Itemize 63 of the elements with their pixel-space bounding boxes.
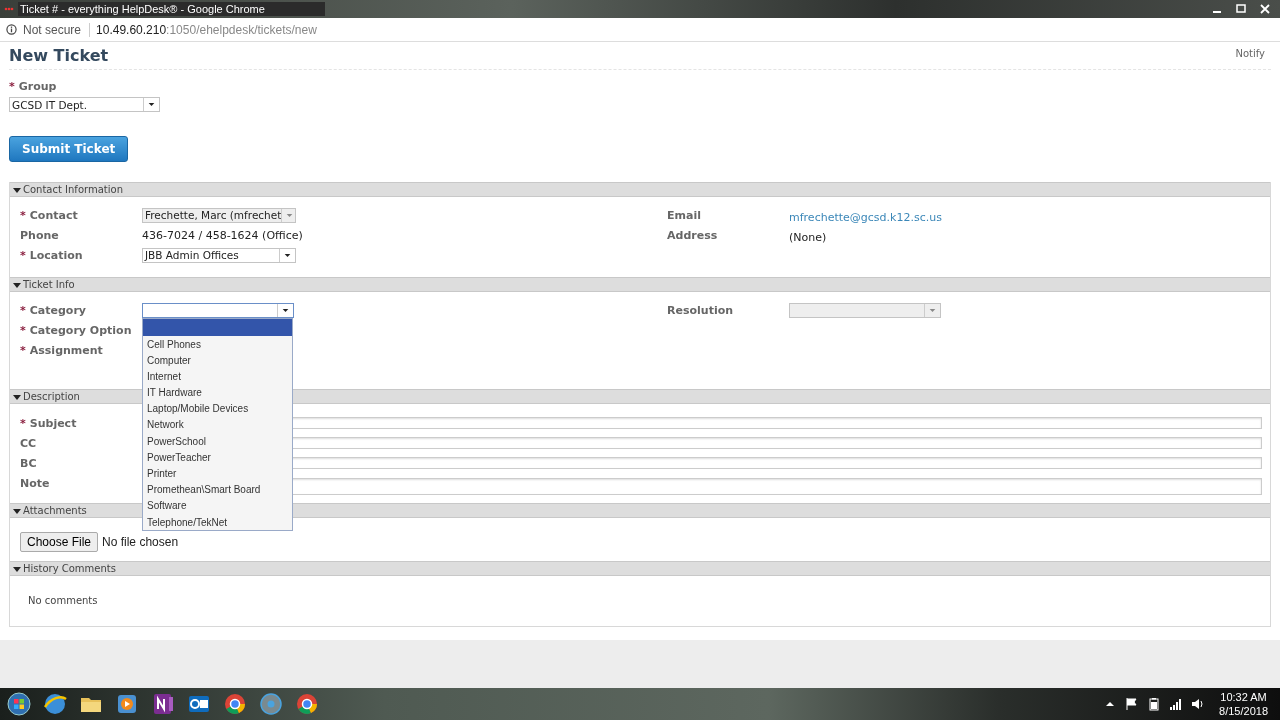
section-title[interactable]: Attachments	[23, 505, 87, 516]
taskbar-clock[interactable]: 10:32 AM 8/15/2018	[1213, 690, 1274, 718]
field-label: * Subject	[20, 416, 78, 430]
blank-option[interactable]	[143, 318, 292, 336]
dropdown-option[interactable]: Telephone/TekNet	[143, 513, 292, 530]
page-title: New Ticket	[9, 46, 109, 65]
section-title[interactable]: Description	[23, 391, 80, 402]
group-select[interactable]: GCSD IT Dept.	[9, 97, 160, 112]
empty-comments-text: No comments	[27, 594, 99, 608]
section-title[interactable]: Ticket Info	[23, 279, 75, 290]
field-label: Phone	[20, 228, 60, 242]
field-label: * Assignment	[20, 343, 104, 357]
chrome-icon[interactable]	[294, 691, 320, 717]
section-title[interactable]: History Comments	[23, 563, 116, 574]
start-orb-icon[interactable]	[6, 691, 32, 717]
field-label: Resolution	[667, 303, 735, 317]
field-label: Note	[20, 476, 51, 490]
dropdown-option[interactable]: Cell Phones	[143, 335, 292, 352]
collapse-triangle-icon[interactable]	[13, 185, 21, 194]
flag-icon[interactable]	[1125, 697, 1140, 711]
field-value: (None)	[789, 230, 827, 244]
app-logo-icon	[4, 6, 14, 12]
field-label: CC	[20, 436, 38, 450]
dropdown-option[interactable]: PowerTeacher	[143, 448, 292, 465]
info-icon[interactable]	[6, 24, 17, 35]
dropdown-option[interactable]: Printer	[143, 465, 292, 482]
section-title[interactable]: Contact Information	[23, 184, 123, 195]
file-status: No file chosen	[102, 535, 179, 549]
security-label: Not secure	[23, 22, 91, 37]
field-label: Email	[667, 208, 702, 222]
dropdown-option[interactable]: Promethean\Smart Board	[143, 481, 292, 498]
dropdown-option[interactable]: Software	[143, 497, 292, 514]
notify-link[interactable]: Notify	[1235, 48, 1265, 59]
field-label: * Category Option	[20, 323, 133, 337]
field-label: * Location	[20, 248, 84, 262]
collapse-triangle-icon[interactable]	[13, 280, 21, 289]
field-label: * Contact	[20, 208, 79, 222]
address-field[interactable]: 10.49.60.210:1050/ehelpdesk/tickets/new	[96, 22, 317, 37]
battery-icon[interactable]	[1147, 697, 1162, 711]
submit-ticket-button[interactable]: Submit Ticket	[9, 136, 129, 162]
email-link[interactable]: mfrechette@gcsd.k12.sc.us	[789, 210, 942, 224]
dropdown-option[interactable]: PowerSchool	[143, 432, 292, 449]
dropdown-option[interactable]: Internet	[143, 367, 292, 385]
collapse-triangle-icon[interactable]	[13, 506, 21, 515]
field-label: * Group	[9, 80, 57, 93]
field-label: BC	[20, 456, 38, 470]
choose-file-button[interactable]: Choose File	[20, 532, 99, 552]
select-field[interactable]: JBB Admin Offices	[142, 247, 296, 263]
dropdown-option[interactable]: Computer	[143, 351, 292, 368]
browser-icon[interactable]	[42, 691, 68, 717]
collapse-triangle-icon[interactable]	[13, 392, 21, 401]
chrome-icon[interactable]	[222, 691, 248, 717]
recorder-icon[interactable]	[258, 691, 284, 717]
field-label: Address	[667, 228, 719, 242]
field-label: * Category	[20, 303, 87, 317]
window-title: Ticket # - everything HelpDesk® - Google Chrome	[18, 2, 325, 16]
signal-icon[interactable]	[1169, 697, 1184, 711]
dropdown-option[interactable]: IT Hardware	[143, 384, 292, 401]
field-value: 436-7024 / 458-1624 (Office)	[142, 228, 304, 242]
dropdown-option[interactable]: Laptop/Mobile Devices	[143, 400, 292, 417]
dropdown-option[interactable]: Network	[143, 416, 292, 433]
speaker-icon[interactable]	[1191, 697, 1206, 711]
collapse-triangle-icon[interactable]	[13, 564, 21, 573]
